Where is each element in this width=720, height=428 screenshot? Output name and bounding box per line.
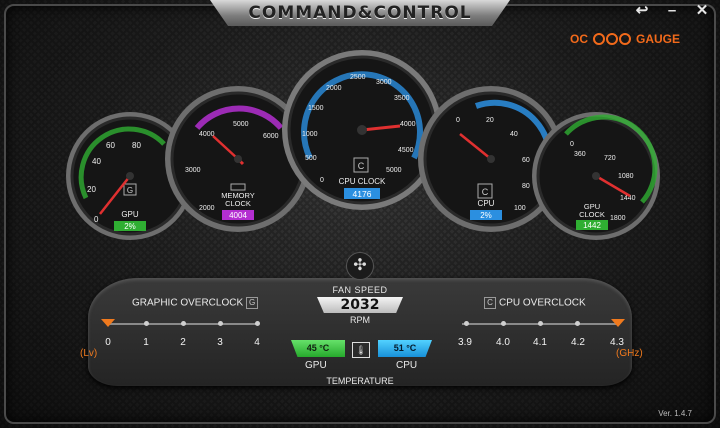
memory-gauge-label-line2: CLOCK — [225, 199, 251, 208]
ocg-logo-icon — [592, 33, 631, 45]
thermometer-icon: 🌡 — [352, 342, 370, 358]
graphic-oc-badge-icon: G — [246, 297, 259, 309]
temperature-title: TEMPERATURE — [326, 376, 394, 386]
graphic-overclock-title: GRAPHIC OVERCLOCK G — [132, 297, 259, 309]
gauge-tick: 60 — [522, 157, 530, 164]
graphic-level-2: 2 — [180, 337, 186, 348]
fan-icon: ✣ — [346, 252, 374, 280]
cpu-clock-label: CPU CLOCK — [339, 177, 386, 186]
gauge-tick: 3000 — [376, 79, 392, 86]
gauge-tick: 0 — [570, 141, 574, 148]
slider-tick — [464, 321, 469, 326]
gpu-temperature-label: GPU — [305, 360, 327, 371]
gauge-tick: 5000 — [233, 121, 249, 128]
app-window: COMMAND&CONTROL ↩ – ✕ OC GAUGE 0 20 40 6… — [0, 0, 720, 428]
slider-tick — [575, 321, 580, 326]
gauge-tick: 360 — [574, 151, 586, 158]
cpu-level-0: 3.9 — [458, 337, 472, 348]
minimize-button[interactable]: – — [664, 3, 680, 19]
slider-tick — [255, 321, 260, 326]
cpu-oc-badge-icon: C — [484, 297, 496, 309]
gauge-tick: 0 — [94, 215, 99, 224]
cpu-gauge-label: CPU — [478, 199, 495, 208]
gauge-tick: 2000 — [199, 205, 215, 212]
gauge-tick: 4000 — [400, 121, 416, 128]
fan-speed-unit: RPM — [350, 315, 370, 325]
gauge-tick: 2500 — [350, 74, 366, 81]
slider-tick — [501, 321, 506, 326]
gauge-tick: 40 — [92, 157, 101, 166]
cpu-level-unit: (GHz) — [616, 348, 643, 359]
fan-speed-display: ✣ FAN SPEED 2032 RPM — [280, 252, 440, 325]
cpu-clock-badge-icon: C — [358, 161, 365, 171]
cpu-badge-icon: C — [482, 187, 489, 197]
gauge-tick: 3000 — [185, 167, 201, 174]
cpu-level-3: 4.2 — [571, 337, 585, 348]
cpu-overclock-label: CPU OVERCLOCK — [499, 297, 586, 309]
cpu-temperature-label: CPU — [396, 360, 418, 371]
slider-tick — [181, 321, 186, 326]
fan-speed-value: 2032 — [317, 297, 403, 313]
gauge-tick: 500 — [305, 155, 317, 162]
slider-tick — [538, 321, 543, 326]
close-button[interactable]: ✕ — [694, 3, 710, 19]
slider-tick — [144, 321, 149, 326]
cpu-level-1: 4.0 — [496, 337, 510, 348]
cpu-temperature-value: 51 °C — [378, 340, 432, 357]
gpu-gauge-label: GPU — [121, 210, 139, 219]
gpu-clock-gauge: 0 360 720 1080 1440 1800 GPU CLOCK 1442 — [530, 110, 662, 247]
gpu-clock-value: 1442 — [583, 221, 601, 230]
memory-clock-value: 4004 — [229, 211, 247, 220]
graphic-level-3: 3 — [217, 337, 223, 348]
graphic-overclock-label: GRAPHIC OVERCLOCK — [132, 297, 244, 309]
gauge-tick: 6000 — [263, 133, 279, 140]
gauge-tick: 1500 — [308, 105, 324, 112]
graphic-level-unit: (Lv) — [80, 348, 98, 359]
version-label: Ver. 1.4.7 — [658, 409, 692, 418]
cpu-overclock-title: C CPU OVERCLOCK — [484, 297, 586, 309]
brand-suffix: GAUGE — [635, 32, 680, 46]
graphic-level-1: 1 — [143, 337, 149, 348]
gpu-badge-icon: G — [127, 186, 133, 195]
window-controls: ↩ – ✕ — [634, 3, 710, 19]
title-bar: COMMAND&CONTROL — [210, 0, 510, 26]
fan-speed-title: FAN SPEED — [332, 285, 388, 295]
gauge-tick: 60 — [106, 141, 115, 150]
cpu-level-2: 4.1 — [533, 337, 547, 348]
gauge-tick: 5000 — [386, 167, 402, 174]
gauge-tick: 100 — [514, 205, 526, 212]
gauge-tick: 4500 — [398, 147, 414, 154]
cpu-usage-value: 2% — [480, 211, 492, 220]
gpu-temperature-value: 45 °C — [291, 340, 345, 357]
gpu-usage-value: 2% — [124, 222, 136, 231]
gauge-tick: 1800 — [610, 215, 626, 222]
cpu-clock-value: 4176 — [353, 189, 372, 199]
gauge-tick: 720 — [604, 155, 616, 162]
gauge-tick: 1080 — [618, 173, 634, 180]
gauge-tick: 80 — [522, 183, 530, 190]
brand-prefix: OC — [569, 32, 588, 46]
slider-tick — [218, 321, 223, 326]
gauge-tick: 3500 — [394, 95, 410, 102]
gauge-tick: 2000 — [326, 85, 342, 92]
graphic-level-4: 4 — [254, 337, 260, 348]
gauge-tick: 1000 — [302, 131, 318, 138]
gauge-tick: 40 — [510, 131, 518, 138]
gauge-tick: 80 — [132, 141, 141, 150]
app-title: COMMAND&CONTROL — [248, 3, 472, 23]
cpu-level-4: 4.3 — [610, 337, 624, 348]
gpu-clock-label-line2: CLOCK — [579, 210, 605, 219]
gauge-tick: 0 — [456, 117, 460, 124]
gauge-tick: 0 — [320, 177, 324, 184]
gauge-tick: 20 — [486, 117, 494, 124]
brand-logo: OC GAUGE — [570, 32, 680, 46]
graphic-level-0: 0 — [105, 337, 111, 348]
back-icon[interactable]: ↩ — [634, 3, 650, 19]
gauge-tick: 20 — [87, 185, 96, 194]
